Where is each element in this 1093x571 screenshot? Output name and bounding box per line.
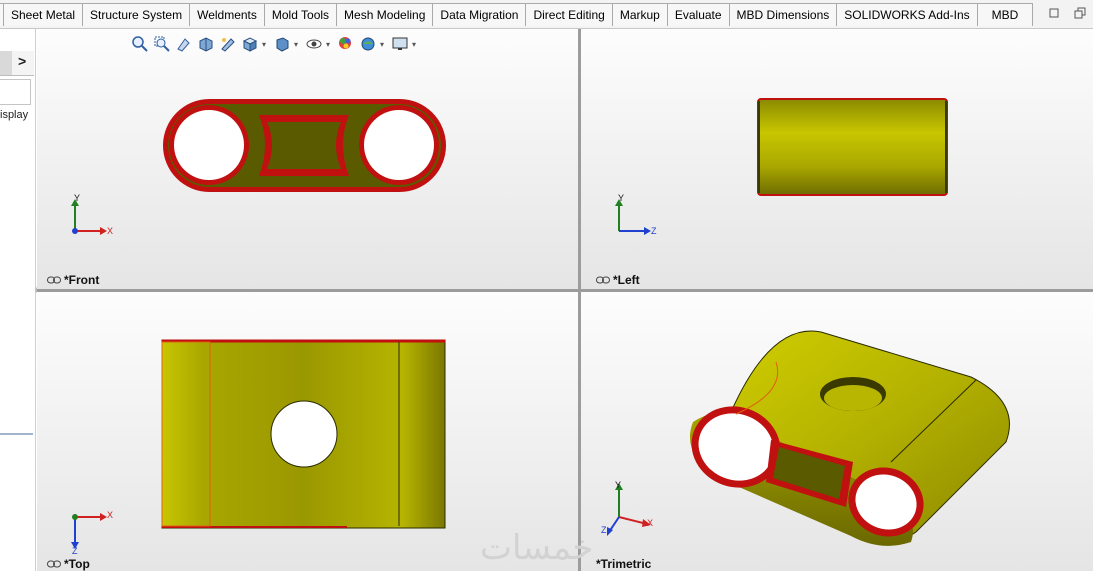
link-views-icon[interactable]: [47, 560, 61, 568]
triad-trimetric: [607, 483, 651, 536]
tab-weldments[interactable]: Weldments: [189, 3, 264, 26]
filter-input[interactable]: [0, 79, 31, 105]
command-manager-tabs: Sheet Metal Structure System Weldments M…: [0, 0, 1093, 29]
axis-x-label: X: [107, 510, 114, 520]
axis-x-label: X: [107, 226, 114, 236]
chevron-down-icon[interactable]: ▾: [326, 40, 334, 49]
link-views-icon[interactable]: [596, 276, 610, 284]
tab-mbd[interactable]: MBD: [976, 3, 1034, 26]
apply-scene-icon[interactable]: [358, 34, 378, 54]
tab-direct-editing[interactable]: Direct Editing: [525, 3, 612, 26]
tab-mbd-dimensions[interactable]: MBD Dimensions: [728, 3, 837, 26]
trimetric-view-part: [689, 330, 1010, 546]
dynamic-annotation-icon[interactable]: [218, 34, 238, 54]
tab-data-migration[interactable]: Data Migration: [432, 3, 526, 26]
axis-z-label: Z: [601, 525, 607, 535]
axis-z-label: Z: [651, 226, 657, 236]
tab-mold-tools[interactable]: Mold Tools: [263, 3, 337, 26]
chevron-down-icon[interactable]: ▾: [262, 40, 270, 49]
tab-mesh-modeling[interactable]: Mesh Modeling: [336, 3, 433, 26]
hide-show-items-icon[interactable]: [304, 34, 324, 54]
viewport-left[interactable]: Y Z *Left: [581, 29, 1093, 289]
axis-x-label: X: [647, 518, 654, 528]
minimize-icon[interactable]: [1047, 6, 1061, 20]
left-view-model[interactable]: [581, 29, 1093, 289]
feature-manager-pane: > isplay: [0, 29, 36, 571]
left-view-part: [757, 98, 948, 196]
section-view-icon[interactable]: [196, 34, 216, 54]
viewport-label-left: *Left: [596, 273, 640, 287]
viewport-label-front: *Front: [47, 273, 99, 287]
restore-icon[interactable]: [1073, 6, 1087, 20]
zoom-to-fit-icon[interactable]: [130, 34, 150, 54]
pane-tab-selected[interactable]: [0, 51, 12, 75]
tab-solidworks-add-ins[interactable]: SOLIDWORKS Add-Ins: [836, 3, 977, 26]
left-view-label: *Left: [613, 273, 640, 287]
axis-y-label: Y: [74, 193, 81, 203]
viewport-trimetric[interactable]: Y Z X *Trimetric: [581, 292, 1093, 571]
front-view-part: [163, 99, 446, 192]
front-view-label: *Front: [64, 273, 100, 287]
view-settings-icon[interactable]: [390, 34, 410, 54]
top-view-label: *Top: [64, 557, 90, 571]
zoom-to-area-icon[interactable]: [152, 34, 172, 54]
trimetric-view-label: *Trimetric: [596, 557, 652, 571]
chevron-down-icon[interactable]: ▾: [380, 40, 388, 49]
chevron-down-icon[interactable]: ▾: [412, 40, 420, 49]
watermark-logo: خمسات: [480, 528, 594, 568]
top-view-part: [161, 339, 446, 529]
viewport-vertical-splitter[interactable]: [578, 29, 581, 571]
link-views-icon[interactable]: [47, 276, 61, 284]
edit-appearance-icon[interactable]: [336, 34, 356, 54]
viewport-label-top: *Top: [47, 557, 90, 571]
previous-view-icon[interactable]: [174, 34, 194, 54]
heads-up-view-toolbar: ▾ ▾ ▾ ▾ ▾: [130, 33, 420, 55]
display-style-icon[interactable]: [272, 34, 292, 54]
axis-y-label: Y: [615, 480, 622, 490]
view-orientation-icon[interactable]: [240, 34, 260, 54]
chevron-down-icon[interactable]: ▾: [294, 40, 302, 49]
chevron-right-icon[interactable]: >: [18, 53, 26, 69]
tab-evaluate[interactable]: Evaluate: [666, 3, 729, 26]
axis-y-label: Y: [618, 193, 625, 203]
display-label: isplay: [0, 109, 29, 121]
tab-sheet-metal[interactable]: Sheet Metal: [3, 3, 83, 26]
viewport-label-trimetric: *Trimetric: [596, 557, 651, 571]
viewport-horizontal-splitter[interactable]: [37, 289, 1093, 292]
viewport-front[interactable]: Y X *Front: [37, 29, 578, 289]
pane-divider-line: [0, 433, 33, 435]
tab-markup[interactable]: Markup: [611, 3, 667, 26]
tab-structure-system[interactable]: Structure System: [82, 3, 190, 26]
front-view-model[interactable]: [37, 29, 578, 289]
axis-z-label: Z: [72, 546, 78, 556]
